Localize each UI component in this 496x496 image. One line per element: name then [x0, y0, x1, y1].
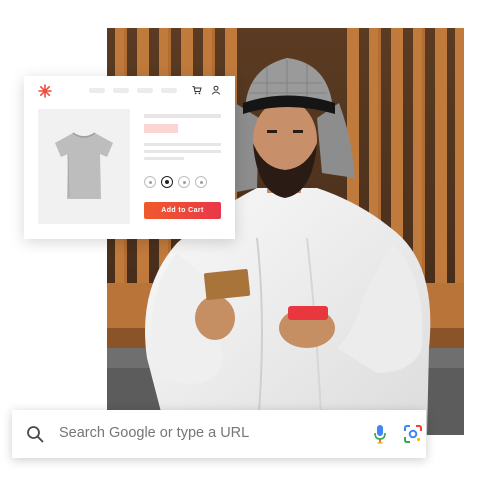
snowflake-logo-icon: [38, 84, 52, 98]
size-option[interactable]: [178, 176, 190, 188]
size-option-selected[interactable]: [161, 176, 173, 188]
price-placeholder: [144, 124, 178, 133]
size-option[interactable]: [144, 176, 156, 188]
user-icon[interactable]: [211, 85, 221, 95]
nav-link-placeholder[interactable]: [161, 88, 177, 93]
description-line: [144, 157, 184, 160]
product-card: Add to Cart: [24, 76, 235, 239]
description-line: [144, 143, 221, 146]
tshirt-image: [55, 132, 113, 199]
search-icon: [27, 426, 44, 443]
product-title-placeholder: [144, 114, 221, 118]
nav-link-placeholder[interactable]: [113, 88, 129, 93]
add-to-cart-button[interactable]: Add to Cart: [144, 202, 221, 219]
size-option[interactable]: [195, 176, 207, 188]
nav-link-placeholder[interactable]: [137, 88, 153, 93]
search-bar[interactable]: Search Google or type a URL: [12, 410, 426, 458]
description-line: [144, 150, 221, 153]
cart-icon[interactable]: [192, 85, 202, 95]
nav-link-placeholder[interactable]: [89, 88, 105, 93]
product-image[interactable]: [38, 109, 130, 224]
microphone-icon[interactable]: [373, 424, 387, 444]
google-lens-icon[interactable]: [403, 424, 423, 444]
search-input[interactable]: Search Google or type a URL: [59, 425, 249, 441]
